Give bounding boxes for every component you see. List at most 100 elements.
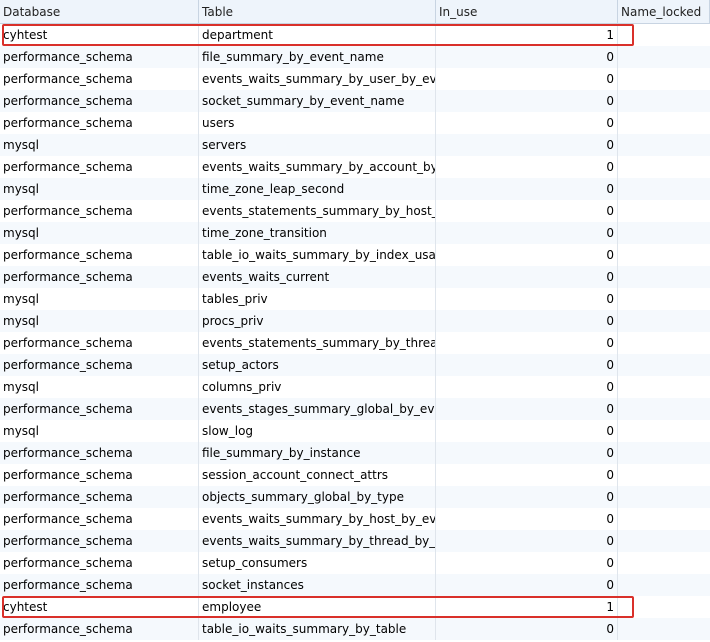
- table-row[interactable]: performance_schema users 0: [0, 112, 710, 134]
- cell-name-locked[interactable]: [618, 178, 710, 200]
- cell-database[interactable]: performance_schema: [0, 508, 199, 530]
- table-row[interactable]: mysql tables_priv 0: [0, 288, 710, 310]
- cell-name-locked[interactable]: [618, 596, 710, 618]
- cell-in-use[interactable]: 0: [436, 222, 618, 244]
- cell-database[interactable]: performance_schema: [0, 244, 199, 266]
- cell-in-use[interactable]: 0: [436, 244, 618, 266]
- cell-in-use[interactable]: 0: [436, 420, 618, 442]
- table-row[interactable]: performance_schema events_waits_summary_b…: [0, 530, 710, 552]
- cell-database[interactable]: cyhtest: [0, 596, 199, 618]
- cell-database[interactable]: performance_schema: [0, 46, 199, 68]
- cell-in-use[interactable]: 0: [436, 376, 618, 398]
- table-row[interactable]: performance_schema events_statements_summ…: [0, 200, 710, 222]
- cell-name-locked[interactable]: [618, 156, 710, 178]
- table-row[interactable]: performance_schema session_account_connec…: [0, 464, 710, 486]
- table-row[interactable]: performance_schema socket_summary_by_even…: [0, 90, 710, 112]
- cell-name-locked[interactable]: [618, 222, 710, 244]
- cell-in-use[interactable]: 0: [436, 90, 618, 112]
- cell-name-locked[interactable]: [618, 134, 710, 156]
- column-header-in-use[interactable]: In_use: [436, 0, 618, 24]
- table-row[interactable]: mysql time_zone_leap_second 0: [0, 178, 710, 200]
- cell-table[interactable]: file_summary_by_instance: [199, 442, 436, 464]
- table-row[interactable]: mysql columns_priv 0: [0, 376, 710, 398]
- cell-name-locked[interactable]: [618, 288, 710, 310]
- cell-table[interactable]: events_stages_summary_global_by_event: [199, 398, 436, 420]
- table-row[interactable]: performance_schema events_waits_summary_b…: [0, 156, 710, 178]
- cell-in-use[interactable]: 0: [436, 112, 618, 134]
- table-row[interactable]: mysql procs_priv 0: [0, 310, 710, 332]
- cell-name-locked[interactable]: [618, 68, 710, 90]
- cell-database[interactable]: cyhtest: [0, 24, 199, 46]
- table-row[interactable]: performance_schema events_statements_summ…: [0, 332, 710, 354]
- cell-name-locked[interactable]: [618, 574, 710, 596]
- table-row[interactable]: performance_schema table_io_waits_summary…: [0, 244, 710, 266]
- cell-table[interactable]: file_summary_by_event_name: [199, 46, 436, 68]
- column-header-database[interactable]: Database: [0, 0, 199, 24]
- cell-in-use[interactable]: 0: [436, 134, 618, 156]
- table-row[interactable]: performance_schema socket_instances 0: [0, 574, 710, 596]
- cell-name-locked[interactable]: [618, 508, 710, 530]
- cell-name-locked[interactable]: [618, 354, 710, 376]
- cell-table[interactable]: slow_log: [199, 420, 436, 442]
- cell-name-locked[interactable]: [618, 530, 710, 552]
- table-row[interactable]: cyhtest employee 1: [0, 596, 710, 618]
- cell-database[interactable]: mysql: [0, 222, 199, 244]
- cell-in-use[interactable]: 1: [436, 596, 618, 618]
- cell-table[interactable]: employee: [199, 596, 436, 618]
- cell-database[interactable]: performance_schema: [0, 464, 199, 486]
- cell-name-locked[interactable]: [618, 46, 710, 68]
- cell-in-use[interactable]: 0: [436, 68, 618, 90]
- cell-name-locked[interactable]: [618, 442, 710, 464]
- cell-database[interactable]: performance_schema: [0, 68, 199, 90]
- cell-table[interactable]: events_statements_summary_by_host_by_: [199, 200, 436, 222]
- cell-database[interactable]: performance_schema: [0, 112, 199, 134]
- cell-database[interactable]: performance_schema: [0, 398, 199, 420]
- cell-name-locked[interactable]: [618, 310, 710, 332]
- table-row[interactable]: cyhtest department 1: [0, 24, 710, 46]
- cell-in-use[interactable]: 0: [436, 46, 618, 68]
- table-row[interactable]: mysql servers 0: [0, 134, 710, 156]
- cell-table[interactable]: servers: [199, 134, 436, 156]
- cell-name-locked[interactable]: [618, 398, 710, 420]
- cell-table[interactable]: procs_priv: [199, 310, 436, 332]
- cell-name-locked[interactable]: [618, 420, 710, 442]
- table-row[interactable]: mysql slow_log 0: [0, 420, 710, 442]
- cell-table[interactable]: events_statements_summary_by_thread_b: [199, 332, 436, 354]
- cell-in-use[interactable]: 0: [436, 618, 618, 640]
- cell-name-locked[interactable]: [618, 24, 710, 46]
- cell-in-use[interactable]: 0: [436, 508, 618, 530]
- cell-database[interactable]: mysql: [0, 376, 199, 398]
- cell-name-locked[interactable]: [618, 90, 710, 112]
- cell-in-use[interactable]: 0: [436, 530, 618, 552]
- table-row[interactable]: performance_schema setup_actors 0: [0, 354, 710, 376]
- cell-in-use[interactable]: 0: [436, 442, 618, 464]
- cell-in-use[interactable]: 0: [436, 332, 618, 354]
- cell-database[interactable]: mysql: [0, 420, 199, 442]
- cell-in-use[interactable]: 0: [436, 486, 618, 508]
- cell-table[interactable]: table_io_waits_summary_by_index_usage: [199, 244, 436, 266]
- table-row[interactable]: performance_schema events_waits_current 0: [0, 266, 710, 288]
- cell-table[interactable]: time_zone_leap_second: [199, 178, 436, 200]
- table-row[interactable]: performance_schema setup_consumers 0: [0, 552, 710, 574]
- table-row[interactable]: performance_schema table_io_waits_summary…: [0, 618, 710, 640]
- cell-in-use[interactable]: 0: [436, 266, 618, 288]
- cell-database[interactable]: mysql: [0, 134, 199, 156]
- cell-table[interactable]: users: [199, 112, 436, 134]
- cell-in-use[interactable]: 0: [436, 398, 618, 420]
- cell-name-locked[interactable]: [618, 112, 710, 134]
- cell-database[interactable]: performance_schema: [0, 90, 199, 112]
- cell-table[interactable]: events_waits_summary_by_user_by_event: [199, 68, 436, 90]
- cell-database[interactable]: performance_schema: [0, 530, 199, 552]
- cell-database[interactable]: performance_schema: [0, 354, 199, 376]
- cell-in-use[interactable]: 1: [436, 24, 618, 46]
- column-header-table[interactable]: Table: [199, 0, 436, 24]
- cell-name-locked[interactable]: [618, 376, 710, 398]
- cell-in-use[interactable]: 0: [436, 552, 618, 574]
- cell-table[interactable]: events_waits_summary_by_host_by_event: [199, 508, 436, 530]
- cell-table[interactable]: setup_actors: [199, 354, 436, 376]
- cell-table[interactable]: objects_summary_global_by_type: [199, 486, 436, 508]
- table-row[interactable]: performance_schema events_stages_summary_…: [0, 398, 710, 420]
- cell-table[interactable]: socket_summary_by_event_name: [199, 90, 436, 112]
- table-row[interactable]: mysql time_zone_transition 0: [0, 222, 710, 244]
- cell-name-locked[interactable]: [618, 618, 710, 640]
